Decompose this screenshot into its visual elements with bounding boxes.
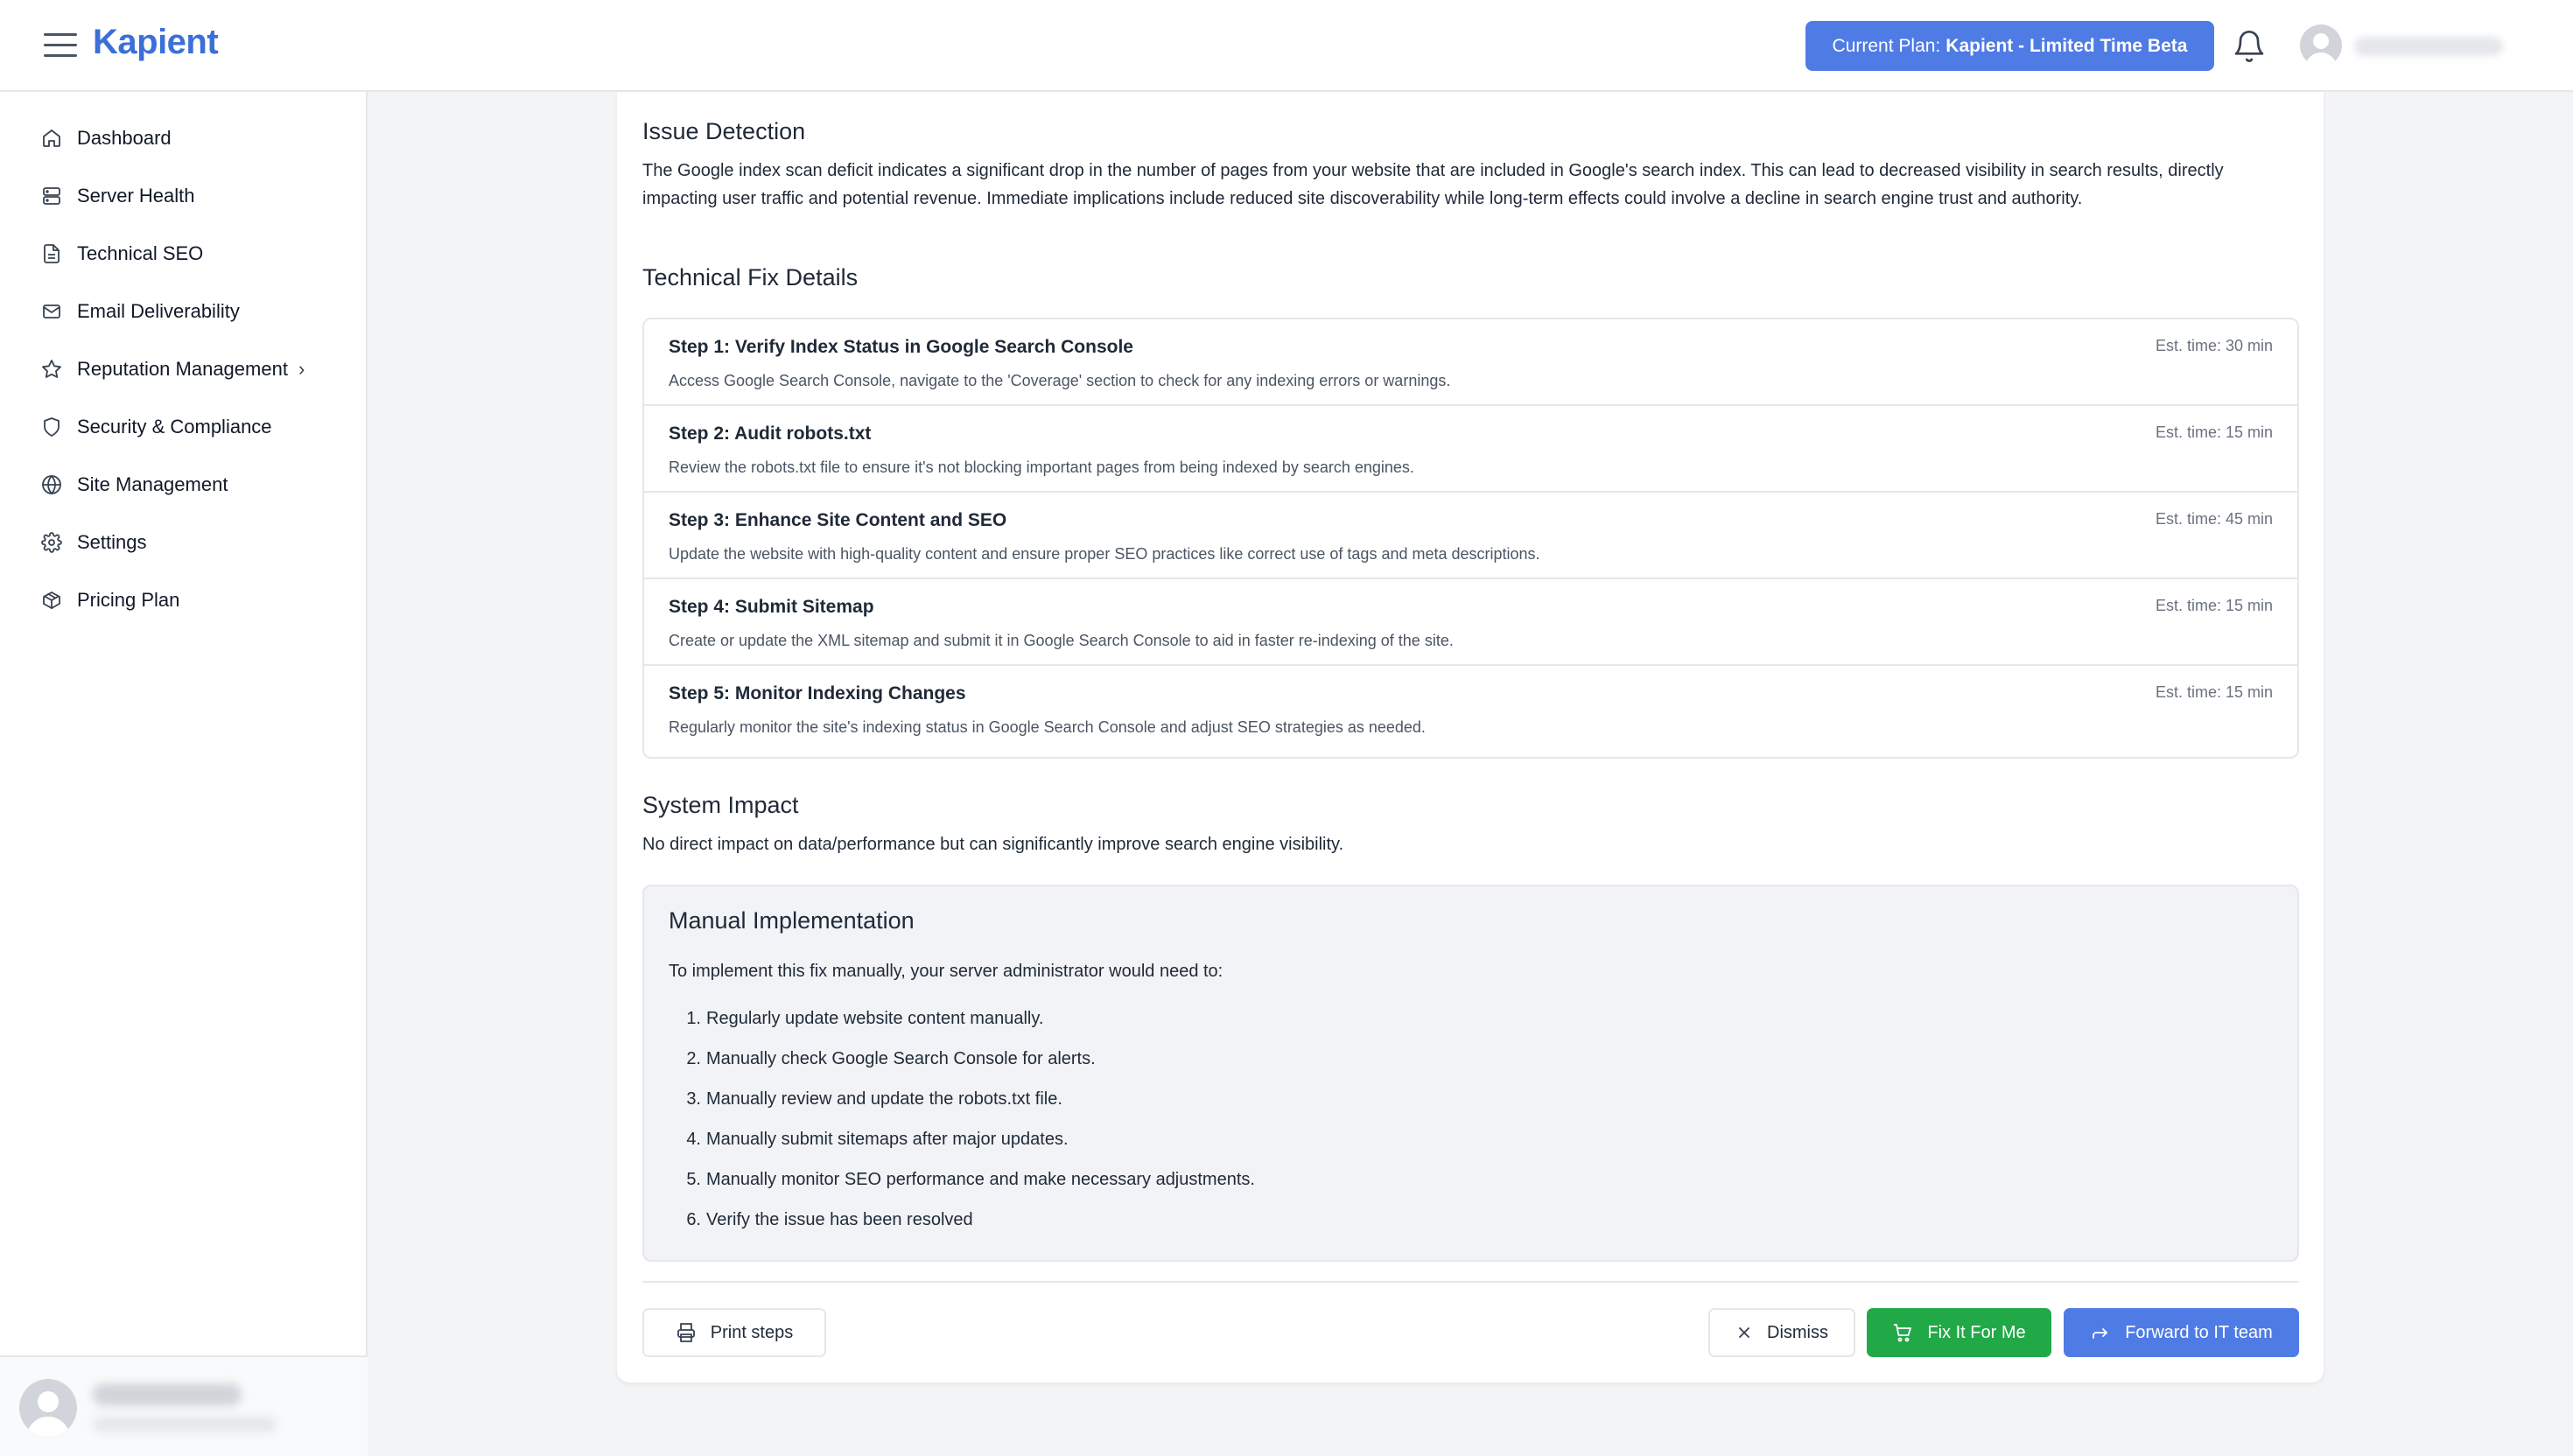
sidebar-item-label: Pricing Plan [77, 589, 180, 611]
step-time: Est. time: 45 min [2155, 510, 2273, 528]
print-steps-button[interactable]: Print steps [642, 1308, 826, 1357]
divider [642, 1281, 2299, 1283]
sidebar-item-reputation-management[interactable]: Reputation Management › [40, 352, 305, 387]
step-title: Step 3: Enhance Site Content and SEO [669, 510, 1007, 530]
sidebar-item-label: Reputation Management [77, 358, 288, 380]
step-item: Step 1: Verify Index Status in Google Se… [644, 319, 2297, 406]
fix-it-label: Fix It For Me [1927, 1322, 2026, 1342]
sidebar-item-pricing-plan[interactable]: Pricing Plan [40, 583, 179, 618]
sidebar-item-label: Settings [77, 531, 147, 553]
user-name-redacted[interactable] [2354, 37, 2503, 56]
current-plan-button[interactable]: Current Plan: Kapient - Limited Time Bet… [1805, 21, 2214, 71]
printer-icon [676, 1322, 697, 1343]
gear-icon [40, 531, 63, 554]
document-icon [40, 242, 63, 265]
globe-icon [40, 473, 63, 496]
sidebar-item-email-deliverability[interactable]: Email Deliverability [40, 294, 240, 329]
step-title: Step 1: Verify Index Status in Google Se… [669, 337, 1133, 357]
step-description: Access Google Search Console, navigate t… [669, 372, 1451, 389]
list-item: 1. Regularly update website content manua… [686, 1009, 1044, 1028]
shield-icon [40, 416, 63, 438]
plan-name: Kapient - Limited Time Beta [1946, 35, 2188, 56]
step-description: Create or update the XML sitemap and sub… [669, 632, 1454, 649]
app-logo[interactable]: Kapient [93, 23, 219, 62]
sidebar-item-security-compliance[interactable]: Security & Compliance [40, 410, 272, 444]
step-description: Review the robots.txt file to ensure it'… [669, 458, 1414, 476]
manual-implementation-heading: Manual Implementation [669, 907, 915, 934]
package-icon [40, 589, 63, 612]
step-title: Step 2: Audit robots.txt [669, 424, 872, 444]
fix-it-for-me-button[interactable]: Fix It For Me [1867, 1308, 2051, 1357]
step-title: Step 4: Submit Sitemap [669, 597, 874, 617]
manual-implementation-intro: To implement this fix manually, your ser… [669, 962, 1223, 981]
sidebar-item-server-health[interactable]: Server Health [40, 178, 195, 214]
step-description: Update the website with high-quality con… [669, 545, 1540, 563]
step-item: Step 2: Audit robots.txt Est. time: 15 m… [644, 406, 2297, 493]
step-item: Step 5: Monitor Indexing Changes Est. ti… [644, 666, 2297, 752]
issue-detail-card: Issue Detection The Google index scan de… [617, 92, 2324, 1382]
forward-to-it-button[interactable]: Forward to IT team [2064, 1308, 2299, 1357]
dismiss-button[interactable]: Dismiss [1708, 1308, 1855, 1357]
list-item: 5. Manually monitor SEO performance and m… [686, 1170, 1255, 1189]
steps-list: Step 1: Verify Index Status in Google Se… [642, 318, 2299, 759]
sidebar-item-settings[interactable]: Settings [40, 525, 147, 560]
sidebar-item-technical-seo[interactable]: Technical SEO [40, 236, 203, 271]
sidebar-item-label: Dashboard [77, 127, 172, 149]
top-bar: Kapient Current Plan: Kapient - Limited … [0, 0, 2573, 92]
step-description: Regularly monitor the site's indexing st… [669, 718, 1426, 736]
hamburger-menu-icon[interactable] [44, 33, 77, 60]
user-name-redacted [93, 1383, 242, 1406]
home-icon [40, 127, 63, 150]
step-time: Est. time: 15 min [2155, 683, 2273, 701]
dismiss-label: Dismiss [1767, 1322, 1828, 1342]
list-item: 4. Manually submit sitemaps after major u… [686, 1130, 1069, 1149]
forward-label: Forward to IT team [2125, 1322, 2273, 1342]
sidebar-item-label: Technical SEO [77, 242, 204, 264]
step-item: Step 4: Submit Sitemap Est. time: 15 min… [644, 579, 2297, 666]
list-item: 2. Manually check Google Search Console f… [686, 1049, 1096, 1068]
list-item: 6. Verify the issue has been resolved [686, 1210, 973, 1229]
system-impact-text: No direct impact on data/performance but… [642, 835, 1344, 854]
user-avatar[interactable] [19, 1379, 77, 1437]
technical-fix-heading: Technical Fix Details [642, 264, 859, 290]
step-time: Est. time: 15 min [2155, 424, 2273, 441]
close-icon [1735, 1324, 1753, 1341]
sidebar-item-label: Email Deliverability [77, 300, 240, 322]
manual-steps-list: 1. Regularly update website content manua… [669, 1009, 1255, 1250]
sidebar: Dashboard Server Health Technical SEO Em… [0, 92, 368, 1456]
sidebar-item-dashboard[interactable]: Dashboard [40, 121, 172, 156]
cart-icon [1892, 1322, 1913, 1343]
user-email-redacted [93, 1417, 277, 1432]
system-impact-heading: System Impact [642, 792, 799, 818]
server-icon [40, 185, 63, 207]
bell-icon[interactable] [2232, 29, 2267, 64]
step-item: Step 3: Enhance Site Content and SEO Est… [644, 493, 2297, 579]
plan-label: Current Plan: [1832, 35, 1941, 56]
sidebar-item-site-management[interactable]: Site Management [40, 467, 228, 502]
sidebar-item-label: Security & Compliance [77, 416, 272, 438]
sidebar-user-panel[interactable] [0, 1355, 368, 1456]
chevron-right-icon: › [298, 358, 305, 380]
issue-detection-heading: Issue Detection [642, 118, 806, 144]
user-avatar[interactable] [2300, 24, 2342, 66]
mail-icon [40, 300, 63, 323]
step-time: Est. time: 30 min [2155, 337, 2273, 354]
issue-description: The Google index scan deficit indicates … [642, 161, 2224, 208]
list-item: 3. Manually review and update the robots.… [686, 1089, 1062, 1109]
step-time: Est. time: 15 min [2155, 597, 2273, 614]
sidebar-item-label: Server Health [77, 185, 195, 206]
sidebar-item-label: Site Management [77, 473, 228, 495]
print-steps-label: Print steps [710, 1322, 794, 1342]
star-icon [40, 358, 63, 381]
step-title: Step 5: Monitor Indexing Changes [669, 683, 966, 704]
forward-arrow-icon [2090, 1322, 2111, 1343]
manual-implementation-panel: Manual Implementation To implement this … [642, 885, 2299, 1262]
